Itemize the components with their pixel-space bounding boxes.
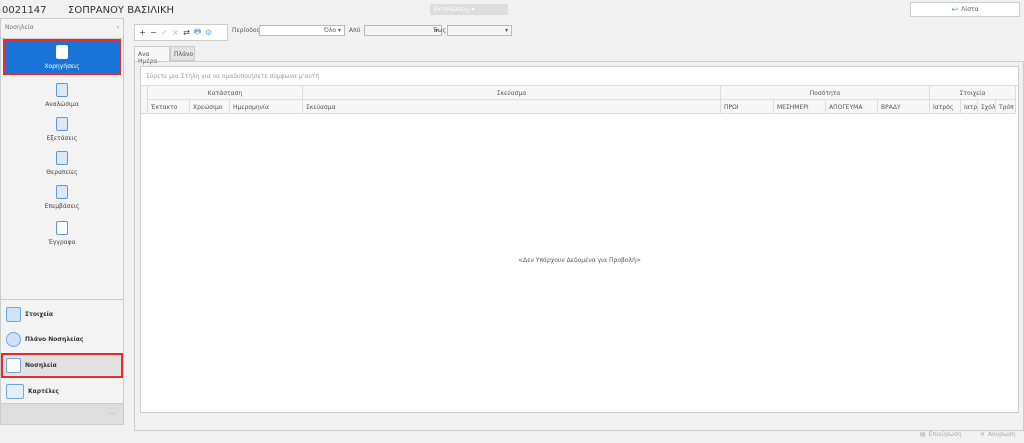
sidebar-header: Νοσηλεία ‹ [1, 19, 123, 39]
confirm-button[interactable]: ▤ Επικύρωση [920, 431, 962, 438]
column-header[interactable]: ΠΡΩΙ [721, 100, 774, 114]
period-label: Περίοδος [232, 27, 261, 34]
remove-icon[interactable]: − [149, 28, 158, 37]
patient-name: ΣΟΠΡΑΝΟΥ ΒΑΣΙΛΙΚΗ [68, 5, 175, 16]
column-header[interactable]: Χρεώσιμο [190, 100, 230, 114]
scalpel-icon [56, 185, 68, 199]
empty-message: <Δεν Υπάρχουν Δεδομένα για Προβολή> [518, 257, 641, 264]
sidebar-item-surgeries[interactable]: Επεμβάσεις [3, 181, 121, 213]
add-icon[interactable]: + [138, 28, 147, 37]
group-by-hint[interactable]: Σύρετε μια Στήλη για να ομαδοποιήσετε σύ… [141, 67, 1018, 86]
column-header[interactable]: Σκεύασμα [303, 100, 721, 114]
tab-panel: Σύρετε μια Στήλη για να ομαδοποιήσετε σύ… [134, 61, 1024, 431]
column-header[interactable]: Ιατρός [930, 100, 961, 114]
nav-label: Νοσηλεία [25, 362, 57, 369]
from-date[interactable]: ▾ [364, 25, 442, 36]
close-icon: ✕ [980, 431, 986, 438]
undo-arrow-icon: ↩ [951, 5, 959, 14]
check-icon[interactable]: ✓ [160, 28, 169, 37]
divider [1, 299, 123, 300]
collapse-button[interactable]: ‹ [117, 24, 119, 31]
patient-id: 0021147 [2, 5, 47, 16]
iv-bag-icon [56, 151, 68, 165]
save-icon: ▤ [920, 431, 926, 438]
sidebar-overflow[interactable]: ··· [1, 403, 123, 424]
id-card-icon [6, 306, 21, 322]
to-label: Έως [433, 27, 447, 34]
row-indicator-header [141, 86, 148, 114]
microscope-icon [56, 117, 68, 131]
column-header[interactable]: ΑΠΟΓΕΥΜΑ [826, 100, 878, 114]
nav-care-plan[interactable]: Πλάνο Νοσηλείας [3, 327, 123, 351]
folder-icon [6, 383, 24, 399]
nav-details[interactable]: Στοιχεία [3, 302, 123, 326]
tab-per-day[interactable]: Ανα Ημέρα [134, 46, 170, 65]
column-group-header[interactable]: Κατάσταση [148, 86, 303, 100]
column-group-header[interactable]: Στοιχεία [930, 86, 1016, 100]
nav-label: Πλάνο Νοσηλείας [25, 335, 84, 343]
cancel-label: Ακύρωση [988, 431, 1016, 438]
print-dropdown[interactable]: Εκτυπώσεις ▾ [430, 4, 508, 15]
column-header[interactable]: Σχόλ [978, 100, 996, 114]
list-label: Λίστα [961, 6, 979, 13]
item-label: Θεραπείες [46, 169, 78, 176]
sidebar-item-exams[interactable]: Εξετάσεις [3, 113, 121, 145]
sidebar-item-therapies[interactable]: Θεραπείες [3, 147, 121, 179]
syringe-icon [56, 45, 68, 59]
column-header[interactable]: ΜΕΣΗΜΕΡΙ [774, 100, 826, 114]
toolbar: + − ✓ × ⇄ 🖶 ⚙ [134, 24, 228, 41]
sidebar: Νοσηλεία ‹ Χορηγήσεις Αναλώσιμα Εξετάσεις… [0, 18, 124, 425]
cancel-icon[interactable]: × [171, 28, 180, 37]
swap-icon[interactable]: ⇄ [182, 28, 191, 37]
column-header[interactable]: Έκτακτο [148, 100, 190, 114]
tab-plan[interactable]: Πλάνο [170, 46, 195, 61]
item-label: Επεμβάσεις [44, 203, 80, 210]
sidebar-title: Νοσηλεία [5, 24, 34, 31]
document-icon [56, 221, 68, 235]
data-grid: Σύρετε μια Στήλη για να ομαδοποιήσετε σύ… [140, 66, 1019, 413]
period-value: Όλο [323, 27, 337, 34]
column-header[interactable]: Τρόπ [996, 100, 1016, 114]
list-button[interactable]: ↩ Λίστα [910, 2, 1020, 17]
column-group-header[interactable]: Ποσότητα [721, 86, 930, 100]
item-label: Έγγραφα [48, 239, 76, 246]
to-date[interactable]: ▾ [447, 25, 512, 36]
sidebar-item-administrations[interactable]: Χορηγήσεις [3, 39, 121, 75]
sidebar-item-documents[interactable]: Έγγραφα [3, 217, 121, 249]
column-group-header[interactable]: Σκεύασμα [303, 86, 721, 100]
gear-icon[interactable]: ⚙ [204, 28, 213, 37]
check-circle-icon [6, 331, 21, 347]
item-label: Εξετάσεις [46, 135, 78, 142]
column-header[interactable]: ΒΡΑΔΥ [878, 100, 930, 114]
nav-label: Καρτέλες [28, 387, 59, 395]
nav-hospitalization[interactable]: Νοσηλεία [1, 353, 123, 378]
period-select[interactable]: Όλο ▾ [259, 25, 345, 36]
nurse-icon [6, 358, 21, 373]
nav-label: Στοιχεία [25, 310, 54, 318]
from-label: Από [349, 27, 361, 34]
item-label: Χορηγήσεις [44, 63, 80, 70]
column-header[interactable]: Ιατρ [961, 100, 978, 114]
bandage-roll-icon [56, 83, 68, 97]
nav-tabs[interactable]: Καρτέλες [3, 379, 123, 403]
cancel-button[interactable]: ✕ Ακύρωση [980, 431, 1016, 438]
confirm-label: Επικύρωση [928, 431, 962, 438]
item-label: Αναλώσιμα [45, 101, 79, 108]
sidebar-item-consumables[interactable]: Αναλώσιμα [3, 79, 121, 111]
column-header[interactable]: Ημερομηνία [230, 100, 303, 114]
print-icon[interactable]: 🖶 [193, 26, 202, 40]
